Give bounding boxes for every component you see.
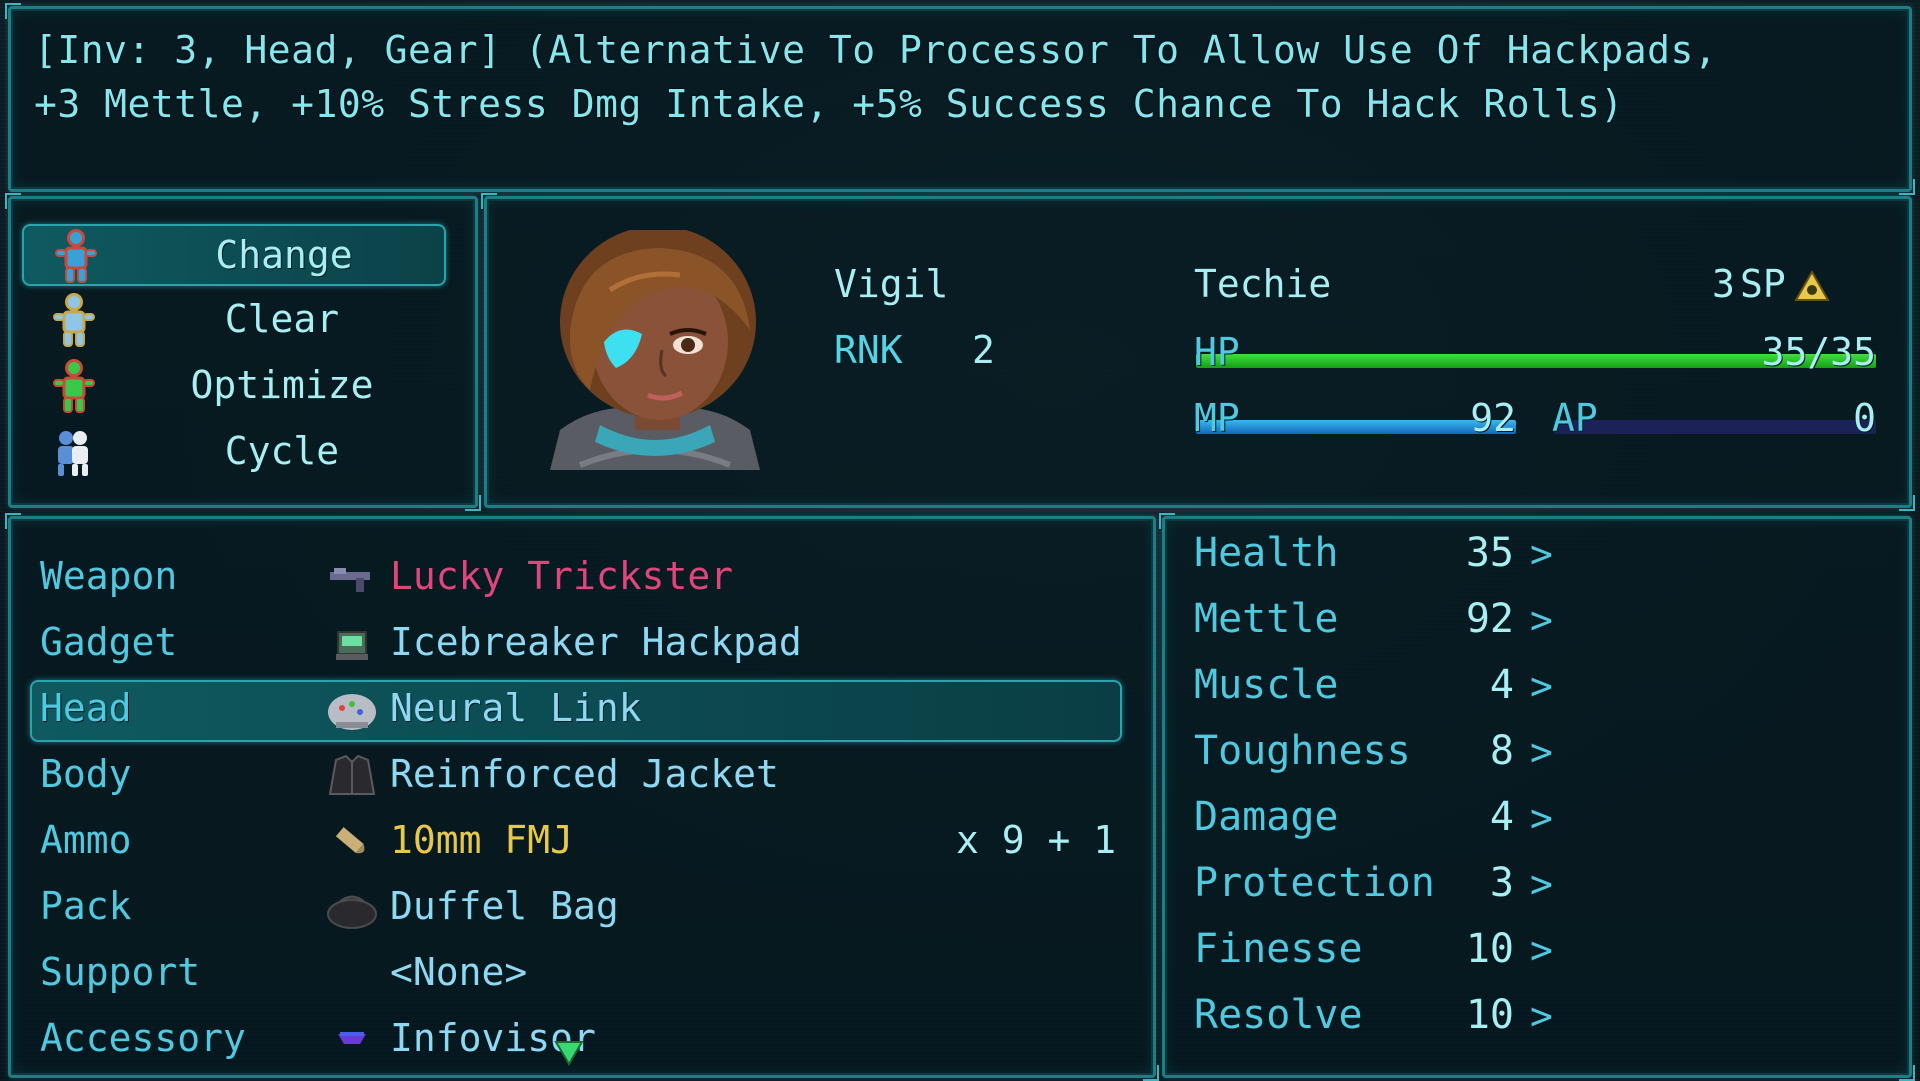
- item-name: Reinforced Jacket: [390, 752, 779, 796]
- character-portrait: [550, 230, 760, 470]
- cursor-arrow-icon: [554, 1041, 584, 1066]
- rank-label: RNK: [834, 328, 903, 372]
- stat-arrow: >: [1530, 532, 1553, 576]
- hackpad-icon: [336, 631, 368, 660]
- neural-helmet-icon: [328, 694, 376, 730]
- command-clear-label: Clear: [224, 297, 340, 341]
- ammo-count: x 9 + 1: [956, 818, 1117, 862]
- skill-point-icon: [1794, 270, 1830, 301]
- figure-cycle-icon: [58, 431, 88, 476]
- figure-clear-icon: [53, 293, 95, 347]
- command-cycle[interactable]: Cycle: [22, 422, 442, 480]
- slot-label: Pack: [40, 884, 132, 928]
- item-name: Icebreaker Hackpad: [390, 620, 802, 664]
- stat-name: Toughness: [1194, 728, 1411, 774]
- item-name: Lucky Trickster: [390, 554, 734, 598]
- command-optimize-label: Optimize: [190, 363, 374, 407]
- stat-arrow: >: [1530, 730, 1553, 774]
- command-clear[interactable]: Clear: [22, 290, 442, 348]
- bag-icon: [327, 895, 377, 929]
- stat-name: Muscle: [1194, 662, 1339, 708]
- rank-value: 2: [972, 328, 995, 372]
- command-change[interactable]: Change: [22, 224, 446, 286]
- stat-arrow: >: [1530, 862, 1553, 906]
- ap-value: 0: [1853, 396, 1876, 440]
- stat-name: Finesse: [1194, 926, 1363, 972]
- slot-label: Accessory: [40, 1016, 246, 1060]
- slot-label: Support: [40, 950, 201, 994]
- slot-label: Weapon: [40, 554, 178, 598]
- visor-icon: [338, 1032, 366, 1044]
- stat-value: 10: [1465, 926, 1514, 972]
- item-name: Duffel Bag: [390, 884, 619, 928]
- stat-name: Protection: [1194, 860, 1435, 906]
- stat-name: Resolve: [1194, 992, 1363, 1038]
- stat-value: 3: [1489, 860, 1514, 906]
- slot-label: Body: [40, 752, 132, 796]
- item-name: <None>: [390, 950, 528, 994]
- slot-label: Ammo: [40, 818, 132, 862]
- item-name: 10mm FMJ: [390, 818, 574, 862]
- command-optimize[interactable]: Optimize: [22, 356, 442, 414]
- stat-value: 8: [1489, 728, 1514, 774]
- help-text-line-1: [Inv: 3, Head, Gear] (Alternative To Pro…: [34, 28, 1718, 72]
- figure-change-icon: [55, 229, 97, 283]
- command-change-label: Change: [215, 233, 353, 277]
- item-name: Neural Link: [390, 686, 642, 730]
- bullet-icon: [335, 827, 365, 854]
- actor-name: Vigil: [834, 262, 949, 306]
- hp-value: 35/35: [1761, 330, 1876, 374]
- gun-icon: [330, 568, 370, 592]
- hp-label: HP: [1194, 330, 1240, 374]
- stat-value: 10: [1465, 992, 1514, 1038]
- jacket-icon: [328, 754, 376, 795]
- stat-arrow: >: [1530, 664, 1553, 708]
- stat-arrow: >: [1530, 796, 1553, 840]
- sp-label: SP: [1740, 262, 1786, 306]
- mp-label: MP: [1194, 396, 1240, 440]
- stat-value: 92: [1465, 596, 1514, 642]
- mp-value: 92: [1470, 396, 1516, 440]
- ap-label: AP: [1552, 396, 1598, 440]
- help-text-line-2: +3 Mettle, +10% Stress Dmg Intake, +5% S…: [34, 82, 1624, 126]
- stat-arrow: >: [1530, 994, 1553, 1038]
- stat-arrow: >: [1530, 598, 1553, 642]
- stat-name: Mettle: [1194, 596, 1339, 642]
- slot-label: Gadget: [40, 620, 178, 664]
- stat-value: 4: [1489, 662, 1514, 708]
- sp-value: 3: [1712, 262, 1735, 306]
- stat-arrow: >: [1530, 928, 1553, 972]
- stat-value: 35: [1465, 530, 1514, 576]
- slot-label: Head: [40, 686, 132, 730]
- stat-value: 4: [1489, 794, 1514, 840]
- command-cycle-label: Cycle: [224, 429, 340, 473]
- figure-optimize-icon: [53, 359, 95, 413]
- stat-name: Damage: [1194, 794, 1339, 840]
- stat-name: Health: [1194, 530, 1339, 576]
- actor-class: Techie: [1194, 262, 1332, 306]
